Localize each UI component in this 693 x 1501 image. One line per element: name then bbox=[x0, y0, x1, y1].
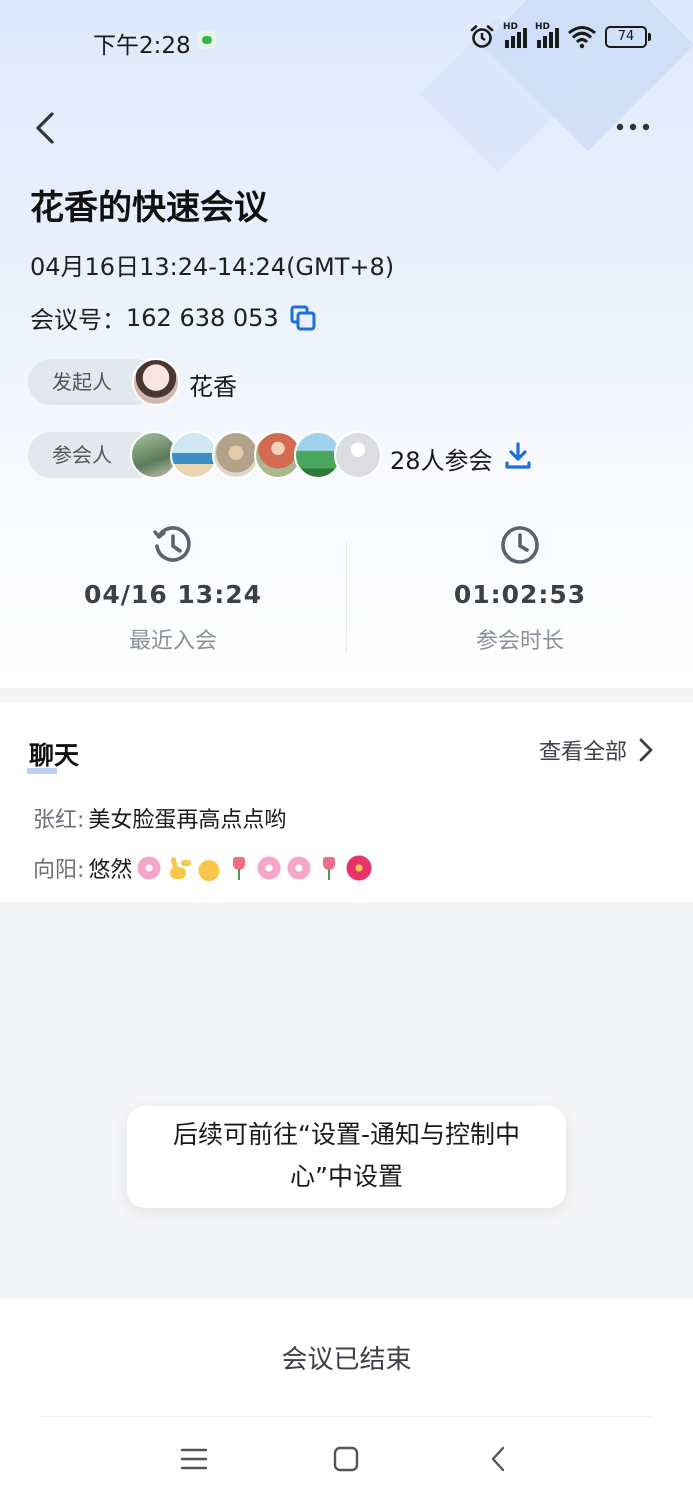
attendee-avatar bbox=[334, 431, 382, 479]
chat-text: 悠然 bbox=[88, 858, 133, 883]
toast-line-1: 后续可前往“设置-通知与控制中 bbox=[173, 1120, 520, 1149]
meeting-title: 花香的快速会议 bbox=[30, 188, 268, 228]
status-time: 下午2:28 bbox=[93, 33, 191, 59]
duration-stat: 01:02:53 参会时长 bbox=[347, 520, 693, 655]
download-icon bbox=[505, 442, 531, 469]
chat-sender: 张红: bbox=[33, 808, 85, 833]
cherry-blossom-emoji-icon bbox=[286, 855, 313, 881]
last-join-stat: 04/16 13:24 最近入会 bbox=[0, 520, 346, 655]
last-join-label: 最近入会 bbox=[128, 629, 217, 654]
chat-sender: 向阳: bbox=[33, 858, 85, 883]
chat-section: 聊天 查看全部 张红: 美女脸蛋再高点点哟 向阳: 悠然 bbox=[0, 702, 693, 902]
cellular-signal-icon: HD bbox=[535, 22, 559, 48]
meeting-time-range: 04月16日13:24-14:24(GMT+8) bbox=[30, 253, 395, 281]
system-back-button[interactable] bbox=[476, 1437, 520, 1481]
meeting-id-label: 会议号： bbox=[30, 306, 126, 334]
cellular-signal-icon: HD bbox=[503, 22, 527, 48]
more-options-button[interactable] bbox=[613, 112, 653, 142]
clock-icon bbox=[501, 526, 539, 564]
chat-title: 聊天 bbox=[26, 736, 79, 774]
attendee-count: 28人参会 bbox=[390, 447, 493, 475]
copy-icon bbox=[290, 305, 316, 330]
attendee-avatar bbox=[170, 431, 218, 479]
hibiscus-emoji-icon bbox=[346, 855, 373, 881]
chat-message: 向阳: 悠然 bbox=[33, 852, 373, 884]
home-button[interactable] bbox=[324, 1437, 368, 1481]
last-join-value: 04/16 13:24 bbox=[84, 580, 262, 609]
battery-icon: 74 bbox=[605, 26, 651, 48]
home-square-icon bbox=[333, 1446, 359, 1472]
tulip-emoji-icon bbox=[226, 855, 252, 881]
duration-value: 01:02:53 bbox=[453, 580, 587, 609]
chevron-right-icon bbox=[639, 738, 653, 762]
chat-text: 美女脸蛋再高点点哟 bbox=[88, 808, 287, 833]
back-triangle-icon bbox=[491, 1446, 505, 1472]
chevron-left-icon bbox=[36, 112, 54, 144]
system-navigation-bar bbox=[0, 1437, 693, 1481]
meeting-id-value: 162 638 053 bbox=[126, 303, 279, 332]
chat-message: 张红: 美女脸蛋再高点点哟 bbox=[33, 802, 286, 834]
status-icons: HD HD 74 bbox=[469, 22, 651, 50]
attendee-avatar bbox=[212, 431, 260, 479]
host-name: 花香 bbox=[189, 373, 237, 401]
history-icon bbox=[153, 526, 191, 562]
toast-line-2: 心”中设置 bbox=[290, 1162, 403, 1191]
duration-label: 参会时长 bbox=[475, 629, 564, 654]
tulip-emoji-icon bbox=[316, 855, 342, 881]
view-all-label: 查看全部 bbox=[538, 740, 627, 765]
cherry-blossom-emoji-icon bbox=[256, 855, 283, 881]
back-button[interactable] bbox=[28, 108, 62, 148]
copy-button[interactable] bbox=[289, 304, 317, 332]
toast-message: 后续可前往“设置-通知与控制中 心”中设置 bbox=[127, 1106, 566, 1208]
download-attendees-button[interactable] bbox=[504, 441, 532, 471]
alarm-icon bbox=[470, 25, 494, 48]
recent-apps-button[interactable] bbox=[172, 1437, 216, 1481]
meeting-id-row: 会议号： 162 638 053 bbox=[30, 300, 317, 335]
view-all-chat-button[interactable]: 查看全部 bbox=[539, 734, 653, 766]
menu-icon bbox=[180, 1448, 208, 1470]
cherry-blossom-emoji-icon bbox=[136, 855, 163, 881]
more-dots-icon bbox=[616, 123, 650, 131]
victory-hand-emoji-icon bbox=[166, 855, 192, 881]
meeting-ended-label: 会议已结束 bbox=[281, 1345, 412, 1375]
bottom-separator bbox=[40, 1416, 653, 1417]
clapping-hands-emoji-icon bbox=[196, 855, 223, 881]
host-avatar bbox=[132, 358, 180, 406]
wifi-icon bbox=[568, 26, 596, 49]
wechat-notification-icon bbox=[198, 31, 216, 49]
